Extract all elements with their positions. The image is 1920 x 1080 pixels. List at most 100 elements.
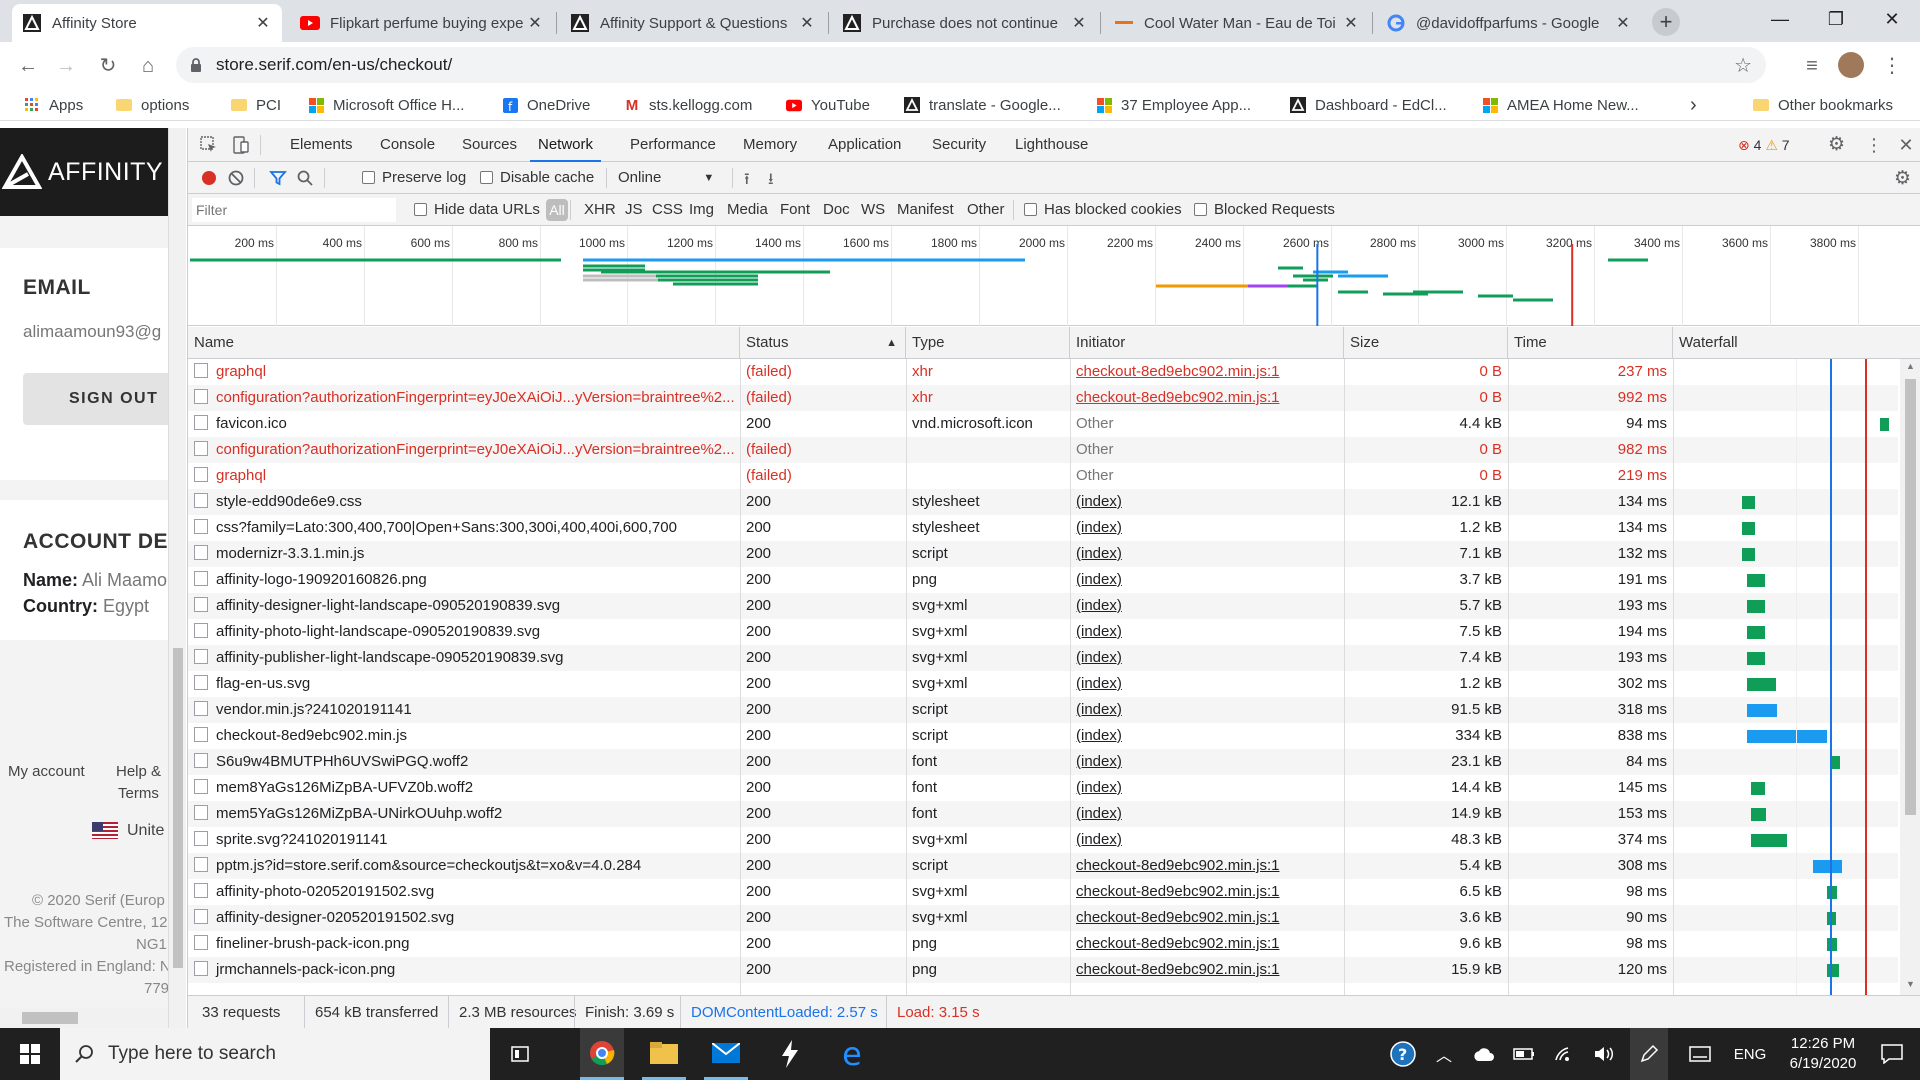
reload-icon[interactable]: ↻ (94, 52, 122, 80)
cell-initiator[interactable]: checkout-8ed9ebc902.min.js:1 (1070, 879, 1344, 905)
taskbar-clock[interactable]: 12:26 PM 6/19/2020 (1778, 1028, 1868, 1080)
page-scrollbar-thumb[interactable] (173, 648, 183, 968)
cell-initiator[interactable]: (index) (1070, 645, 1344, 671)
cell-initiator[interactable]: checkout-8ed9ebc902.min.js:1 (1070, 385, 1344, 411)
footer-terms-link[interactable]: Terms (118, 785, 159, 802)
blocked-requests-checkbox[interactable]: Blocked Requests (1194, 201, 1335, 218)
throttling-select[interactable]: Online ▼ (618, 169, 714, 186)
type-filter-font[interactable]: Font (780, 201, 810, 218)
scroll-down-arrow-icon[interactable]: ▼ (1900, 979, 1920, 991)
type-filter-ws[interactable]: WS (861, 201, 885, 218)
type-filter-all[interactable]: All (546, 199, 568, 221)
windows-start-icon[interactable] (0, 1028, 60, 1080)
column-header-size[interactable]: Size (1344, 327, 1508, 359)
table-row[interactable]: css?family=Lato:300,400,700|Open+Sans:30… (188, 515, 1898, 541)
table-row[interactable]: flag-en-us.svg 200 svg+xml (index) 1.2 kB 302… (188, 671, 1898, 697)
cell-initiator[interactable]: (index) (1070, 515, 1344, 541)
bookmark-office[interactable]: Microsoft Office H... (308, 94, 464, 116)
forward-arrow-icon[interactable]: → (52, 52, 80, 80)
type-filter-js[interactable]: JS (625, 201, 643, 218)
home-icon[interactable]: ⌂ (134, 52, 162, 80)
cell-initiator[interactable]: (index) (1070, 827, 1344, 853)
battery-icon[interactable] (1508, 1028, 1540, 1080)
close-tab-icon[interactable]: ✕ (526, 13, 544, 33)
column-header-initiator[interactable]: Initiator (1070, 327, 1344, 359)
table-row[interactable]: fineliner-brush-pack-icon.png 200 png check… (188, 931, 1898, 957)
scroll-up-arrow-icon[interactable]: ▲ (1900, 361, 1920, 373)
bookmark-translate[interactable]: translate - Google... (904, 94, 1061, 116)
close-window-button[interactable]: ✕ (1864, 0, 1920, 40)
table-row[interactable]: S6u9w4BMUTPHh6UVSwiPGQ.woff2 200 font (inde… (188, 749, 1898, 775)
cell-initiator[interactable]: (index) (1070, 801, 1344, 827)
cell-initiator[interactable]: (index) (1070, 697, 1344, 723)
table-row[interactable]: affinity-designer-light-landscape-090520… (188, 593, 1898, 619)
table-scrollbar-thumb[interactable] (1905, 379, 1916, 815)
table-row[interactable]: pptm.js?id=store.serif.com&source=checko… (188, 853, 1898, 879)
reading-list-icon[interactable]: ≡ (1798, 52, 1826, 80)
affinity-header-logo[interactable]: AFFINITY (0, 128, 168, 216)
tab-affinity-store[interactable]: Affinity Store ✕ (12, 4, 282, 42)
table-row[interactable]: graphql (failed) Other 0 B 219 ms (188, 463, 1898, 489)
tab-memory[interactable]: Memory (743, 128, 797, 162)
footer-my-account-link[interactable]: My account (8, 763, 85, 780)
table-row[interactable]: affinity-logo-190920160826.png 200 png (ind… (188, 567, 1898, 593)
devtools-menu-icon[interactable]: ⋮ (1864, 135, 1884, 155)
mail-icon[interactable] (704, 1028, 748, 1080)
devtools-settings-gear-icon[interactable]: ⚙ (1828, 135, 1848, 155)
type-filter-manifest[interactable]: Manifest (897, 201, 954, 218)
cell-initiator[interactable]: checkout-8ed9ebc902.min.js:1 (1070, 853, 1344, 879)
more-bookmarks-chevron-icon[interactable]: › (1690, 94, 1697, 116)
task-view-icon[interactable] (502, 1028, 538, 1080)
cell-initiator[interactable]: (index) (1070, 775, 1344, 801)
close-devtools-icon[interactable]: ✕ (1896, 135, 1916, 155)
table-row[interactable]: favicon.ico 200 vnd.microsoft.icon Other 4.4… (188, 411, 1898, 437)
tab-cool-water[interactable]: Cool Water Man - Eau de Toi ✕ (1104, 4, 1370, 42)
table-scrollbar[interactable]: ▲ ▼ (1900, 359, 1920, 995)
tab-elements[interactable]: Elements (290, 128, 353, 162)
onedrive-cloud-icon[interactable] (1468, 1028, 1500, 1080)
bookmark-kellogg[interactable]: Msts.kellogg.com (624, 94, 753, 116)
close-tab-icon[interactable]: ✕ (1614, 13, 1632, 33)
table-row[interactable]: style-edd90de6e9.css 200 stylesheet (index)… (188, 489, 1898, 515)
close-tab-icon[interactable]: ✕ (1070, 13, 1088, 33)
table-row[interactable]: sprite.svg?241020191141 200 svg+xml (index)… (188, 827, 1898, 853)
table-row[interactable]: configuration?authorizationFingerprint=e… (188, 385, 1898, 411)
bookmark-apps[interactable]: Apps (24, 94, 83, 116)
column-header-time[interactable]: Time (1508, 327, 1673, 359)
tab-application[interactable]: Application (828, 128, 901, 162)
file-explorer-icon[interactable] (642, 1028, 686, 1080)
preserve-log-checkbox[interactable]: Preserve log (362, 169, 466, 186)
input-language[interactable]: ENG (1728, 1028, 1772, 1080)
table-row[interactable]: mem5YaGs126MiZpBA-UNirkOUuhp.woff2 200 fon… (188, 801, 1898, 827)
cell-initiator[interactable]: (index) (1070, 749, 1344, 775)
column-header-name[interactable]: Name (188, 327, 740, 359)
bookmark-youtube[interactable]: YouTube (786, 94, 870, 116)
bookmark-amea[interactable]: AMEA Home New... (1482, 94, 1639, 116)
cell-initiator[interactable]: checkout-8ed9ebc902.min.js:1 (1070, 957, 1344, 983)
filter-input[interactable] (192, 198, 396, 222)
address-bar[interactable]: store.serif.com/en-us/checkout/ ☆ (176, 47, 1766, 83)
restore-button[interactable]: ❐ (1808, 0, 1864, 40)
inspect-element-icon[interactable] (200, 136, 218, 154)
tab-network[interactable]: Network (530, 128, 602, 162)
sign-out-button[interactable]: SIGN OUT (23, 373, 168, 425)
tab-purchase-issue[interactable]: Purchase does not continue ✕ (832, 4, 1098, 42)
close-tab-icon[interactable]: ✕ (254, 13, 272, 33)
taskbar-search-box[interactable]: Type here to search (60, 1028, 490, 1080)
type-filter-doc[interactable]: Doc (823, 201, 850, 218)
issue-counters[interactable]: ⊗ 4 ⚠ 7 (1738, 128, 1790, 162)
table-row[interactable]: modernizr-3.3.1.min.js 200 script (index) 7.… (188, 541, 1898, 567)
cell-initiator[interactable]: checkout-8ed9ebc902.min.js:1 (1070, 359, 1344, 385)
page-scrollbar[interactable] (168, 128, 186, 1028)
export-har-icon[interactable]: ⭳ (768, 168, 786, 188)
chrome-taskbar-icon[interactable] (580, 1028, 624, 1080)
back-arrow-icon[interactable]: ← (14, 52, 42, 80)
column-header-status[interactable]: Status ▲ (740, 327, 906, 359)
cell-initiator[interactable]: (index) (1070, 541, 1344, 567)
show-hidden-icons-chevron-icon[interactable]: ︿ (1430, 1028, 1458, 1080)
edge-icon[interactable]: e (830, 1028, 874, 1080)
type-filter-css[interactable]: CSS (652, 201, 683, 218)
bookmark-options[interactable]: options (116, 94, 189, 116)
touch-keyboard-icon[interactable] (1682, 1028, 1718, 1080)
search-icon[interactable] (296, 169, 314, 187)
